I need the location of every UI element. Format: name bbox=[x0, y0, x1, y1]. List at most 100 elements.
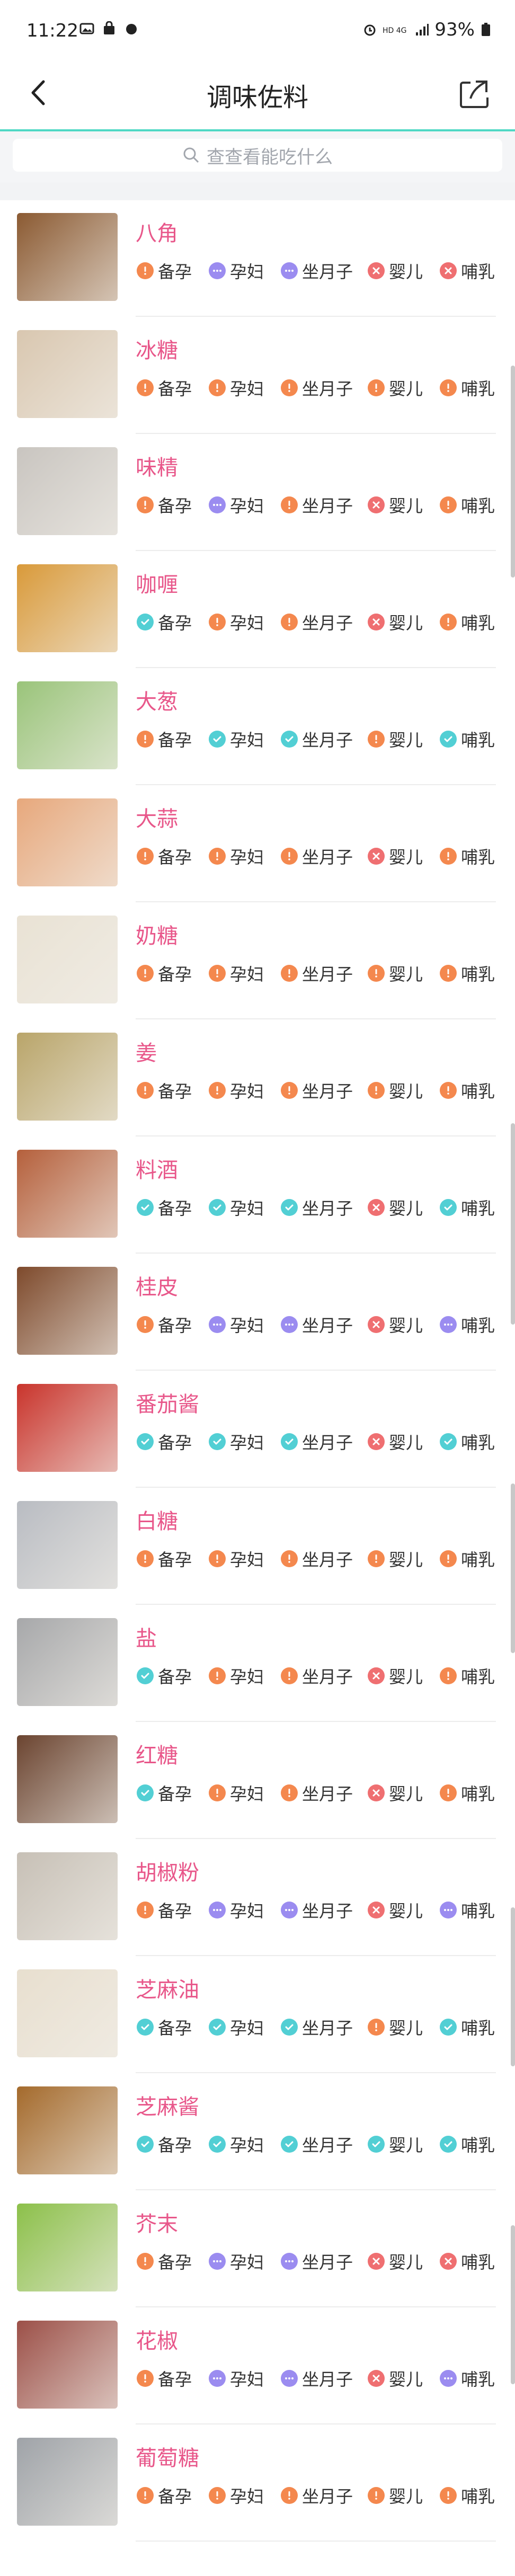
warning-icon bbox=[368, 965, 385, 982]
scrollbar[interactable] bbox=[511, 2225, 515, 2384]
list-item[interactable]: 盐备孕 孕妇 坐月子 婴儿 哺乳 bbox=[0, 1605, 515, 1722]
list-item[interactable]: 番茄酱 备孕 孕妇 坐月子 婴儿 哺乳 bbox=[0, 1371, 515, 1488]
suitability-tag: 坐月子 bbox=[281, 2249, 368, 2273]
list-item[interactable]: 红糖 备孕 孕妇 坐月子 婴儿 哺乳 bbox=[0, 1722, 515, 1839]
food-thumbnail bbox=[17, 1501, 118, 1589]
suitability-tag: 孕妇 bbox=[209, 1664, 281, 1688]
check-icon bbox=[440, 731, 457, 748]
tag-label: 婴儿 bbox=[389, 1433, 423, 1453]
scrollbar[interactable] bbox=[511, 366, 515, 578]
food-thumbnail bbox=[17, 798, 118, 886]
list-item[interactable]: 花椒 备孕 孕妇 坐月子 婴儿 哺乳 bbox=[0, 2308, 515, 2424]
cross-icon bbox=[368, 496, 385, 513]
caution-icon bbox=[209, 2253, 226, 2270]
cross-icon bbox=[440, 2253, 457, 2270]
tag-label: 坐月子 bbox=[302, 964, 353, 984]
caution-icon bbox=[281, 1902, 298, 1918]
suitability-tag: 备孕 bbox=[137, 1429, 209, 1454]
share-icon[interactable] bbox=[455, 73, 495, 113]
suitability-tag: 孕妇 bbox=[209, 1078, 281, 1103]
list-item[interactable]: 大蒜 备孕 孕妇 坐月子 婴儿 哺乳 bbox=[0, 786, 515, 902]
tag-label: 备孕 bbox=[158, 1550, 192, 1570]
list-item[interactable]: 八角 备孕 孕妇 坐月子 婴儿 哺乳 bbox=[0, 200, 515, 317]
caution-icon bbox=[209, 262, 226, 279]
tag-label: 坐月子 bbox=[302, 1667, 353, 1687]
suitability-tag: 婴儿 bbox=[368, 1312, 440, 1337]
tag-label: 坐月子 bbox=[302, 2369, 353, 2390]
scrollbar[interactable] bbox=[511, 1907, 515, 2066]
suitability-tag: 婴儿 bbox=[368, 1078, 440, 1103]
tag-label: 婴儿 bbox=[389, 2252, 423, 2272]
suitability-tag: 孕妇 bbox=[209, 1898, 281, 1922]
check-icon bbox=[137, 2019, 154, 2036]
food-thumbnail bbox=[17, 2321, 118, 2409]
list-item[interactable]: 姜备孕 孕妇 坐月子 婴儿 哺乳 bbox=[0, 1020, 515, 1136]
tag-label: 备孕 bbox=[158, 613, 192, 633]
tag-label: 坐月子 bbox=[302, 2486, 353, 2507]
tag-label: 哺乳 bbox=[461, 1316, 495, 1336]
suitability-tag: 备孕 bbox=[137, 727, 209, 751]
tag-label: 孕妇 bbox=[230, 847, 264, 867]
list-item[interactable]: 大葱 备孕 孕妇 坐月子 婴儿 哺乳 bbox=[0, 669, 515, 785]
warning-icon bbox=[137, 262, 154, 279]
tag-label: 孕妇 bbox=[230, 1901, 264, 1921]
suitability-tag: 备孕 bbox=[137, 376, 209, 400]
divider bbox=[136, 1604, 496, 1605]
warning-icon bbox=[209, 848, 226, 865]
food-thumbnail bbox=[17, 1267, 118, 1355]
tag-label: 备孕 bbox=[158, 496, 192, 516]
tag-label: 婴儿 bbox=[389, 964, 423, 984]
list-item[interactable]: 胡椒粉 备孕 孕妇 坐月子 婴儿 哺乳 bbox=[0, 1840, 515, 1956]
scrollbar[interactable] bbox=[511, 1123, 515, 1325]
list-item[interactable]: 味精 备孕 孕妇 坐月子 婴儿 哺乳 bbox=[0, 434, 515, 551]
food-name: 味精 bbox=[136, 456, 178, 480]
suitability-tag: 婴儿 bbox=[368, 259, 440, 283]
list-item[interactable]: 桂皮 备孕 孕妇 坐月子 婴儿 哺乳 bbox=[0, 1254, 515, 1371]
caution-icon bbox=[209, 2370, 226, 2387]
tag-label: 坐月子 bbox=[302, 1081, 353, 1102]
warning-icon bbox=[368, 1082, 385, 1099]
warning-icon bbox=[137, 1316, 154, 1333]
suitability-tag: 哺乳 bbox=[440, 376, 512, 400]
tag-label: 孕妇 bbox=[230, 2018, 264, 2038]
suitability-tags: 备孕 孕妇 坐月子 婴儿 哺乳 bbox=[137, 1547, 512, 1571]
list-item[interactable]: 葡萄糖 备孕 孕妇 坐月子 婴儿 哺乳 bbox=[0, 2425, 515, 2542]
tag-label: 婴儿 bbox=[389, 1081, 423, 1102]
list-item[interactable]: 奶糖 备孕 孕妇 坐月子 婴儿 哺乳 bbox=[0, 903, 515, 1019]
warning-icon bbox=[440, 965, 457, 982]
warning-icon bbox=[281, 1784, 298, 1801]
list-item[interactable]: 芥末 备孕 孕妇 坐月子 婴儿 哺乳 bbox=[0, 2191, 515, 2307]
tag-label: 坐月子 bbox=[302, 379, 353, 399]
caution-icon bbox=[281, 1316, 298, 1333]
food-thumbnail bbox=[17, 1150, 118, 1238]
list-item[interactable]: 咖喱 备孕 孕妇 坐月子 婴儿 哺乳 bbox=[0, 552, 515, 668]
suitability-tag: 孕妇 bbox=[209, 1429, 281, 1454]
divider bbox=[136, 2072, 496, 2073]
list-item[interactable]: 冰糖 备孕 孕妇 坐月子 婴儿 哺乳 bbox=[0, 317, 515, 434]
suitability-tag: 婴儿 bbox=[368, 1547, 440, 1571]
caution-icon bbox=[209, 1316, 226, 1333]
list-item[interactable]: 白糖 备孕 孕妇 坐月子 婴儿 哺乳 bbox=[0, 1488, 515, 1605]
list-item[interactable]: 料酒 备孕 孕妇 坐月子 婴儿 哺乳 bbox=[0, 1137, 515, 1254]
warning-icon bbox=[281, 965, 298, 982]
tag-label: 哺乳 bbox=[461, 2018, 495, 2038]
warning-icon bbox=[209, 965, 226, 982]
warning-icon bbox=[209, 1784, 226, 1801]
divider bbox=[136, 1721, 496, 1722]
warning-icon bbox=[368, 2487, 385, 2504]
tag-label: 婴儿 bbox=[389, 730, 423, 750]
suitability-tags: 备孕 孕妇 坐月子 婴儿 哺乳 bbox=[137, 2483, 512, 2508]
check-icon bbox=[137, 614, 154, 630]
list-item[interactable]: 芝麻油 备孕 孕妇 坐月子 婴儿 哺乳 bbox=[0, 1957, 515, 2073]
suitability-tag: 孕妇 bbox=[209, 1312, 281, 1337]
scrollbar[interactable] bbox=[511, 1484, 515, 1653]
suitability-tag: 哺乳 bbox=[440, 2015, 512, 2039]
suitability-tag: 坐月子 bbox=[281, 2132, 368, 2156]
search-input[interactable]: 查查看能吃什么 bbox=[13, 139, 502, 172]
tag-label: 孕妇 bbox=[230, 2486, 264, 2507]
tag-label: 坐月子 bbox=[302, 2252, 353, 2272]
tag-label: 哺乳 bbox=[461, 262, 495, 282]
suitability-tag: 孕妇 bbox=[209, 493, 281, 517]
check-icon bbox=[137, 1667, 154, 1684]
list-item[interactable]: 芝麻酱 备孕 孕妇 坐月子 婴儿 哺乳 bbox=[0, 2074, 515, 2190]
